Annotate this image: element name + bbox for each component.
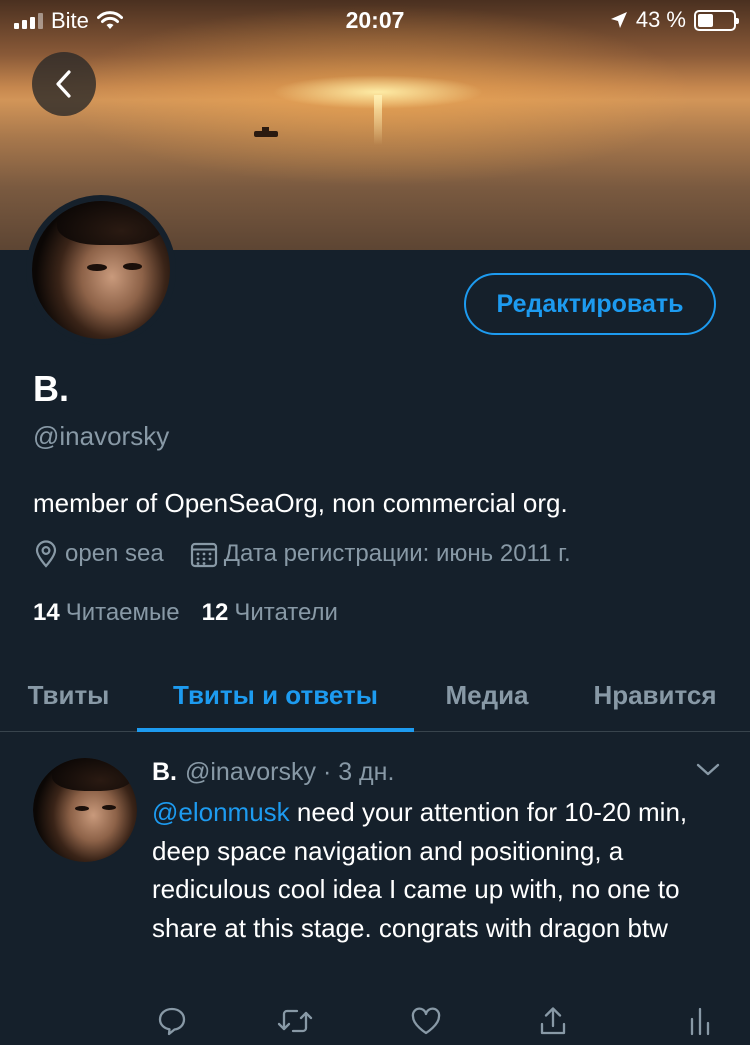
followers-count: 12: [201, 599, 229, 626]
sun-reflection: [374, 95, 382, 145]
comment-icon: [158, 1007, 186, 1036]
profile-bio: member of OpenSeaOrg, non commercial org…: [33, 488, 568, 518]
active-tab-indicator: [137, 728, 414, 732]
retweet-button[interactable]: [275, 1001, 315, 1041]
tweet-avatar[interactable]: [33, 758, 137, 862]
tweet-author-name: B.: [152, 758, 177, 786]
chevron-down-icon: [696, 763, 720, 776]
profile-avatar[interactable]: [26, 195, 176, 345]
analytics-button[interactable]: [680, 1001, 720, 1041]
share-button[interactable]: [533, 1001, 573, 1041]
map-pin-icon: [35, 540, 57, 568]
following-label: Читаемые: [65, 599, 180, 626]
location-text: open sea: [65, 540, 164, 567]
avatar-image: [32, 201, 170, 339]
follow-stats: 14 Читаемые 12 Читатели: [33, 599, 338, 627]
tweet-mention-link[interactable]: @elonmusk: [152, 797, 290, 827]
edit-profile-button[interactable]: Редактировать: [464, 273, 716, 335]
tweet[interactable]: B. @inavorsky · 3 дн. @elonmusk need your…: [0, 733, 750, 1045]
tweet-actions: [0, 1001, 750, 1041]
status-right: 43 %: [610, 7, 739, 33]
heart-icon: [411, 1007, 441, 1035]
location-item: open sea: [33, 540, 164, 568]
back-button[interactable]: [32, 52, 96, 116]
battery-percent: 43 %: [635, 7, 686, 32]
tab-tweets-and-replies[interactable]: Твиты и ответы: [137, 658, 414, 732]
tab-tweets[interactable]: Твиты: [0, 658, 137, 732]
display-name: B.: [33, 368, 69, 409]
calendar-icon: [190, 542, 217, 568]
profile-handle: @inavorsky: [33, 421, 170, 451]
avatar-image: [33, 758, 137, 862]
boat-silhouette: [254, 127, 278, 137]
joined-text: Дата регистрации: июнь 2011 г.: [223, 540, 571, 567]
tweet-menu-button[interactable]: [694, 761, 722, 784]
tweet-author-handle: @inavorsky: [185, 758, 316, 786]
joined-item: Дата регистрации: июнь 2011 г.: [190, 540, 571, 568]
tweet-text: @elonmusk need your attention for 10-20 …: [152, 793, 732, 947]
tab-likes[interactable]: Нравится: [560, 658, 750, 732]
profile-tabs: Твиты Твиты и ответы Медиа Нравится: [0, 658, 750, 732]
following-count: 14: [33, 599, 60, 626]
chevron-left-icon: [56, 70, 71, 98]
followers-label: Читатели: [234, 599, 338, 626]
battery-icon: [694, 9, 739, 31]
share-icon: [540, 1007, 566, 1035]
tweet-header: B. @inavorsky · 3 дн.: [152, 758, 394, 787]
location-arrow-icon: [610, 12, 627, 28]
reply-button[interactable]: [152, 1001, 192, 1041]
tab-media[interactable]: Медиа: [414, 658, 560, 732]
status-bar: Bite 20:07 43 %: [0, 0, 750, 40]
like-button[interactable]: [406, 1001, 446, 1041]
retweet-icon: [277, 1009, 313, 1033]
analytics-icon: [690, 1007, 710, 1036]
profile-meta: open sea Дата регистрации: июнь 2011 г.: [33, 540, 597, 568]
following-stat[interactable]: 14 Читаемые: [33, 599, 180, 627]
followers-stat[interactable]: 12 Читатели: [202, 599, 338, 627]
tweet-time: · 3 дн.: [322, 758, 395, 786]
